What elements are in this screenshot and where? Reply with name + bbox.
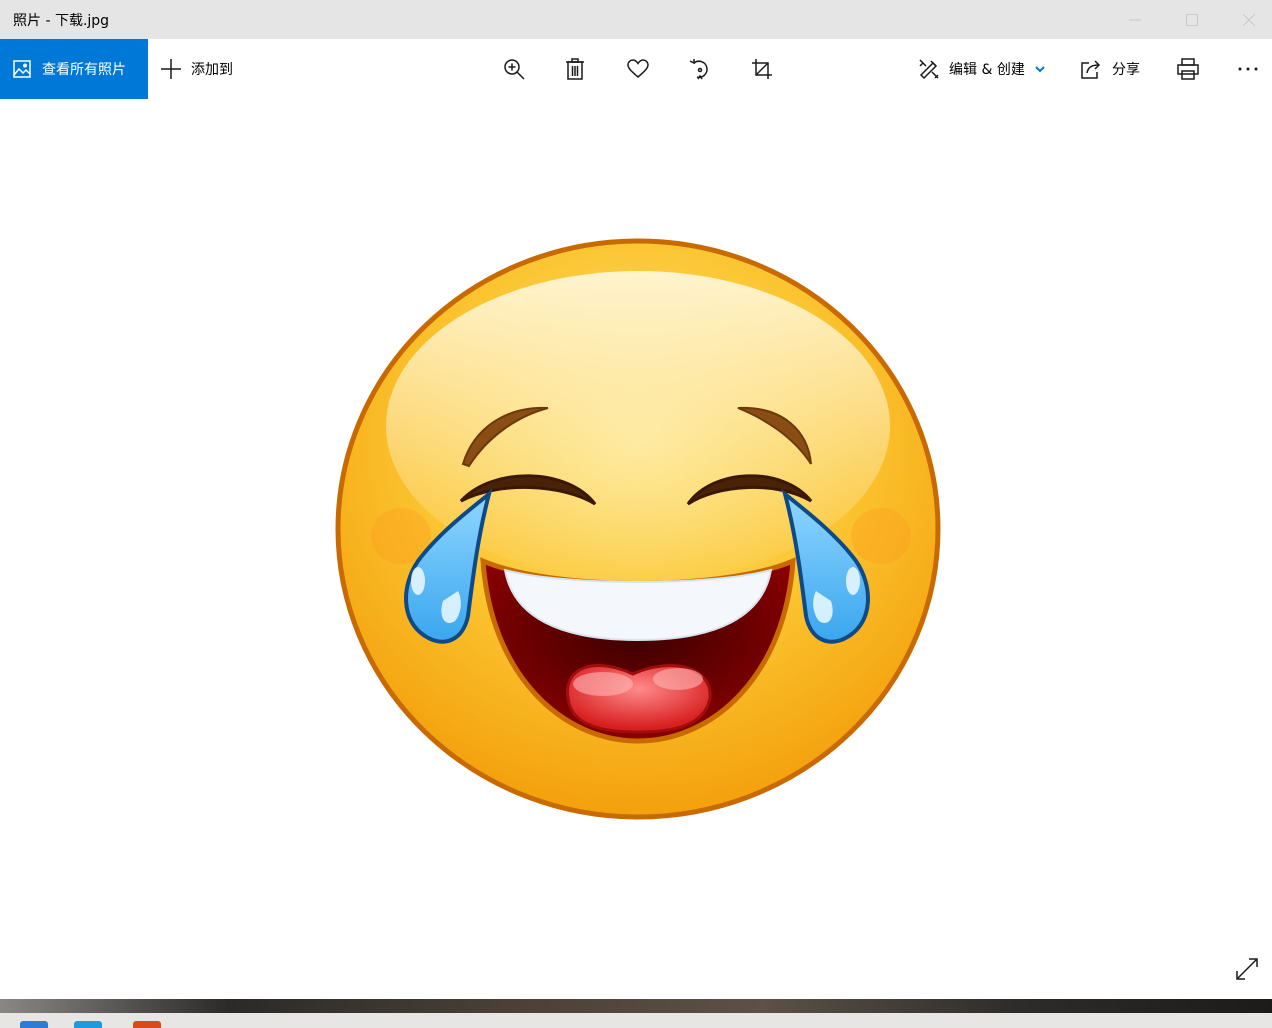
photo-gallery-icon bbox=[13, 60, 31, 78]
chevron-down-icon bbox=[1035, 66, 1045, 73]
minimize-icon bbox=[1128, 19, 1141, 20]
minimize-button[interactable] bbox=[1106, 0, 1163, 39]
view-all-photos-button[interactable]: 查看所有照片 bbox=[0, 39, 148, 99]
taskbar-bar bbox=[0, 1013, 1272, 1028]
tears-of-joy-emoji-image[interactable] bbox=[333, 236, 943, 822]
zoom-icon bbox=[504, 59, 525, 80]
more-options-button[interactable] bbox=[1226, 39, 1270, 99]
share-button[interactable]: 分享 bbox=[1080, 39, 1140, 99]
close-button[interactable] bbox=[1220, 0, 1272, 39]
photo-viewer[interactable] bbox=[0, 99, 1272, 999]
edit-create-icon bbox=[919, 59, 939, 80]
toolbar: 查看所有照片 添加到 编辑 & 创建 分享 bbox=[0, 39, 1272, 99]
crop-button[interactable] bbox=[740, 39, 784, 99]
taskbar-app-icon[interactable] bbox=[20, 1021, 48, 1028]
plus-icon bbox=[161, 59, 181, 79]
maximize-icon bbox=[1185, 13, 1198, 26]
close-icon bbox=[1242, 13, 1255, 26]
view-all-photos-label: 查看所有照片 bbox=[42, 62, 126, 78]
edit-create-label: 编辑 & 创建 bbox=[949, 62, 1025, 78]
share-label: 分享 bbox=[1112, 62, 1140, 78]
taskbar bbox=[0, 999, 1272, 1028]
maximize-button[interactable] bbox=[1163, 0, 1220, 39]
zoom-button[interactable] bbox=[492, 39, 536, 99]
add-to-label: 添加到 bbox=[191, 62, 233, 78]
rotate-button[interactable] bbox=[678, 39, 722, 99]
taskbar-app-icon[interactable] bbox=[133, 1021, 161, 1028]
rotate-icon bbox=[689, 59, 708, 80]
share-icon bbox=[1081, 60, 1101, 79]
print-button[interactable] bbox=[1166, 39, 1210, 99]
more-icon bbox=[1238, 67, 1258, 71]
taskbar-app-icon[interactable] bbox=[74, 1021, 102, 1028]
heart-icon bbox=[627, 59, 649, 78]
expand-icon bbox=[1236, 958, 1258, 980]
window-title: 照片 - 下载.jpg bbox=[13, 13, 110, 29]
fullscreen-button[interactable] bbox=[1232, 954, 1262, 984]
print-icon bbox=[1177, 58, 1199, 80]
favorite-button[interactable] bbox=[616, 39, 660, 99]
crop-icon bbox=[752, 59, 772, 79]
delete-button[interactable] bbox=[553, 39, 597, 99]
edit-create-button[interactable]: 编辑 & 创建 bbox=[918, 39, 1046, 99]
title-bar: 照片 - 下载.jpg bbox=[0, 0, 1272, 39]
delete-icon bbox=[566, 58, 584, 80]
add-to-button[interactable]: 添加到 bbox=[160, 39, 233, 99]
